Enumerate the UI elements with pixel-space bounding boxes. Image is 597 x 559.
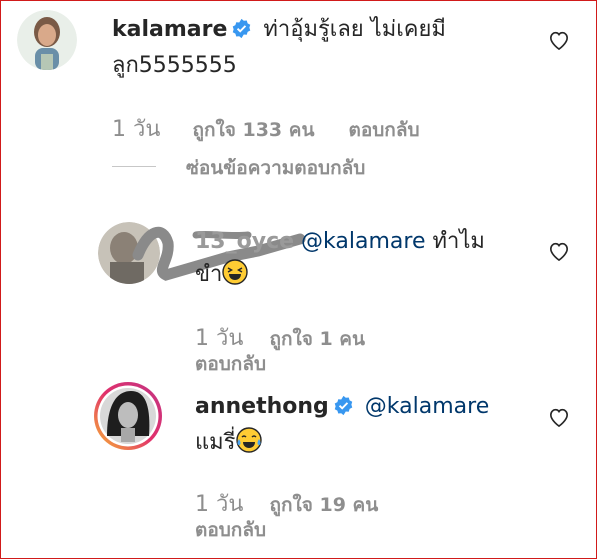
hide-replies-line <box>112 166 156 167</box>
username-annethong[interactable]: annethong <box>195 394 329 419</box>
avatar-kalamare[interactable] <box>17 10 77 70</box>
tears-of-joy-emoji-icon <box>235 427 262 463</box>
comment-meta-kalamare: 1 วัน ถูกใจ 133 คน ตอบกลับ <box>112 111 420 146</box>
verified-badge-icon <box>333 393 354 426</box>
username-obscured[interactable]: 13_oyce <box>195 229 294 254</box>
reply-text-obscured: ทำไม <box>425 229 485 254</box>
like-heart-icon[interactable] <box>548 241 570 265</box>
reply-button[interactable]: ตอบกลับ <box>349 119 420 141</box>
mention-kalamare[interactable]: @kalamare <box>365 394 489 419</box>
reply-time[interactable]: 1 วัน <box>195 492 243 517</box>
reply-button[interactable]: ตอบกลับ <box>195 353 266 375</box>
verified-badge-icon <box>231 16 252 49</box>
mention-kalamare[interactable]: @kalamare <box>301 229 425 254</box>
like-heart-icon[interactable] <box>548 407 570 431</box>
likes-count[interactable]: ถูกใจ 1 คน <box>269 328 365 350</box>
comment-text-kalamare: ท่าอุ้มรู้เลย ไม่เคยมี <box>263 17 446 42</box>
likes-count[interactable]: ถูกใจ 133 คน <box>192 119 314 141</box>
reply-text-obscured-2: ขำ <box>195 262 223 287</box>
reply-text-annethong: แมรี่ <box>195 430 236 455</box>
reply-body-annethong: annethong @kalamare แมรี่ <box>195 390 535 463</box>
comment-time[interactable]: 1 วัน <box>112 117 160 142</box>
like-heart-icon[interactable] <box>548 30 570 54</box>
reply-body-obscured: 13_oyce @kalamare ทำไม ขำ <box>195 225 535 295</box>
comment-text-kalamare-2: ลูก5555555 <box>112 53 237 78</box>
reply-button[interactable]: ตอบกลับ <box>195 519 266 541</box>
username-kalamare[interactable]: kalamare <box>112 17 227 42</box>
reply-obscured: 13_oyce @kalamare ทำไม ขำ 1 วัน ถูกใจ 1 … <box>0 210 597 380</box>
reply-button-wrap: ตอบกลับ <box>195 515 266 545</box>
laughing-emoji-icon <box>222 259 249 295</box>
reply-annethong: annethong @kalamare แมรี่ 1 วัน ถูกใจ 19… <box>0 375 597 555</box>
comment-body-kalamare: kalamare ท่าอุ้มรู้เลย ไม่เคยมี ลูก55555… <box>112 13 532 82</box>
likes-count[interactable]: ถูกใจ 19 คน <box>269 494 378 516</box>
reply-time[interactable]: 1 วัน <box>195 326 243 351</box>
avatar-annethong[interactable] <box>93 381 163 451</box>
hide-replies-button[interactable]: ซ่อนข้อความตอบกลับ <box>186 153 365 183</box>
